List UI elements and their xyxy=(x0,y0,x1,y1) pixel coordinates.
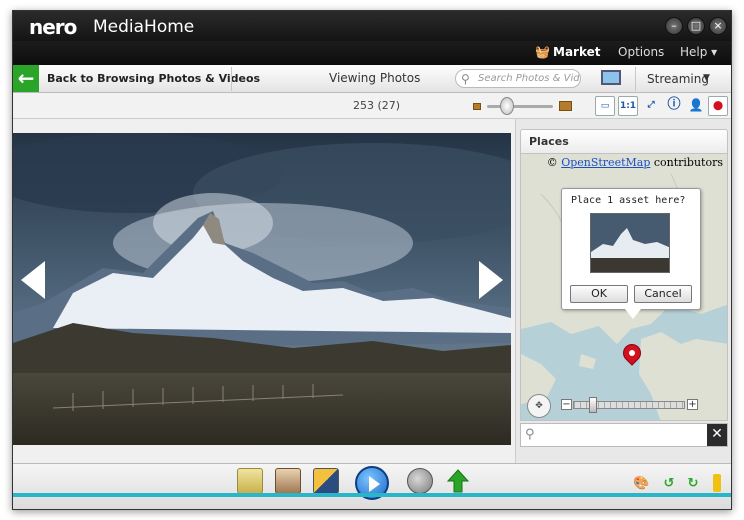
favorite-icon[interactable] xyxy=(713,474,721,492)
options-menu[interactable]: Options xyxy=(618,45,664,59)
photo-count: 253 (27) xyxy=(353,99,401,112)
slideshow-icon[interactable] xyxy=(313,468,339,494)
large-thumbnail-icon xyxy=(559,101,572,111)
navigation-bar: ← Back to Browsing Photos & Videos Viewi… xyxy=(13,65,731,93)
places-pin-icon[interactable]: ⬤ xyxy=(708,96,728,116)
search-icon: ⚲ xyxy=(525,427,535,442)
chevron-down-icon[interactable]: ▼ xyxy=(703,73,710,83)
maximize-button[interactable]: □ xyxy=(687,17,705,35)
nero-logo: nero xyxy=(29,15,77,39)
ok-button[interactable]: OK xyxy=(570,285,628,303)
popup-pointer xyxy=(625,309,641,319)
divider xyxy=(231,67,232,91)
main-photo xyxy=(13,133,511,445)
info-icon[interactable]: ⓘ xyxy=(664,96,684,116)
burn-disc-icon[interactable] xyxy=(407,468,433,494)
credit-suffix: contributors xyxy=(653,156,723,169)
app-window: nero MediaHome – □ × 🧺 Market Options He… xyxy=(12,10,732,510)
basket-icon: 🧺 xyxy=(535,45,550,59)
menu-bar: 🧺 Market Options Help ▾ xyxy=(13,41,731,65)
zoom-in-button[interactable]: + xyxy=(687,399,698,410)
fit-screen-icon[interactable]: ⤢ xyxy=(641,96,661,116)
export-icon[interactable] xyxy=(237,468,263,494)
search-placeholder: Search Photos & Vide... xyxy=(478,73,580,84)
close-button[interactable]: × xyxy=(709,17,727,35)
upload-icon[interactable] xyxy=(445,468,471,494)
actual-size-icon[interactable]: 1:1 xyxy=(618,96,638,116)
back-arrow-icon[interactable]: ← xyxy=(13,65,39,92)
map-credit: © OpenStreetMap contributors xyxy=(547,156,723,169)
openstreetmap-link[interactable]: OpenStreetMap xyxy=(561,156,650,169)
back-to-browsing-button[interactable]: Back to Browsing Photos & Videos xyxy=(47,72,260,85)
pan-control-icon[interactable]: ✥ xyxy=(527,394,551,418)
title-bar: nero MediaHome – □ × xyxy=(13,11,731,41)
place-asset-popup: Place 1 asset here? OK Cancel xyxy=(561,188,701,310)
slider-handle[interactable] xyxy=(500,97,514,115)
market-menu[interactable]: Market xyxy=(553,45,601,59)
map-view[interactable]: © OpenStreetMap contributors Place 1 ass… xyxy=(520,153,728,421)
photo-viewer xyxy=(13,119,513,463)
rotate-left-icon[interactable]: ↺ xyxy=(661,476,677,492)
monitor-icon[interactable] xyxy=(601,70,621,85)
zoom-out-button[interactable]: − xyxy=(561,399,572,410)
rate-icon[interactable]: 🎨 xyxy=(633,476,649,492)
search-icon: ⚲ xyxy=(461,72,470,86)
streaming-menu[interactable]: Streaming xyxy=(647,72,709,86)
divider xyxy=(635,67,636,91)
zoom-slider-handle[interactable] xyxy=(588,397,597,413)
tag-people-icon[interactable]: 👤 xyxy=(686,96,706,116)
status-bar: 253 (27) ▭ 1:1 ⤢ ⓘ 👤 ⬤ xyxy=(13,93,731,119)
view-title: Viewing Photos xyxy=(329,71,421,85)
asset-thumbnail xyxy=(590,213,670,273)
popup-question: Place 1 asset here? xyxy=(571,195,686,206)
small-thumbnail-icon xyxy=(473,103,481,110)
close-icon[interactable]: ✕ xyxy=(707,424,727,446)
bottom-toolbar: 🎨 ↺ ↻ xyxy=(13,463,731,509)
help-menu[interactable]: Help ▾ xyxy=(680,45,717,59)
single-view-icon[interactable]: ▭ xyxy=(595,96,615,116)
people-icon[interactable] xyxy=(275,468,301,494)
app-title: MediaHome xyxy=(93,17,195,37)
place-search-input[interactable]: ⚲ ✕ xyxy=(520,423,728,447)
places-panel: Places © OpenStreetMap contributors Plac… xyxy=(515,119,731,463)
accent-line xyxy=(13,493,731,497)
rotate-right-icon[interactable]: ↻ xyxy=(685,476,701,492)
thumbnail-size-slider[interactable] xyxy=(487,105,553,108)
cancel-button[interactable]: Cancel xyxy=(634,285,692,303)
next-photo-arrow[interactable] xyxy=(479,261,503,299)
previous-photo-arrow[interactable] xyxy=(21,261,45,299)
copyright-symbol: © xyxy=(546,156,558,169)
search-input[interactable]: ⚲ Search Photos & Vide... xyxy=(455,69,581,88)
minimize-button[interactable]: – xyxy=(665,17,683,35)
places-tab[interactable]: Places xyxy=(520,129,728,153)
